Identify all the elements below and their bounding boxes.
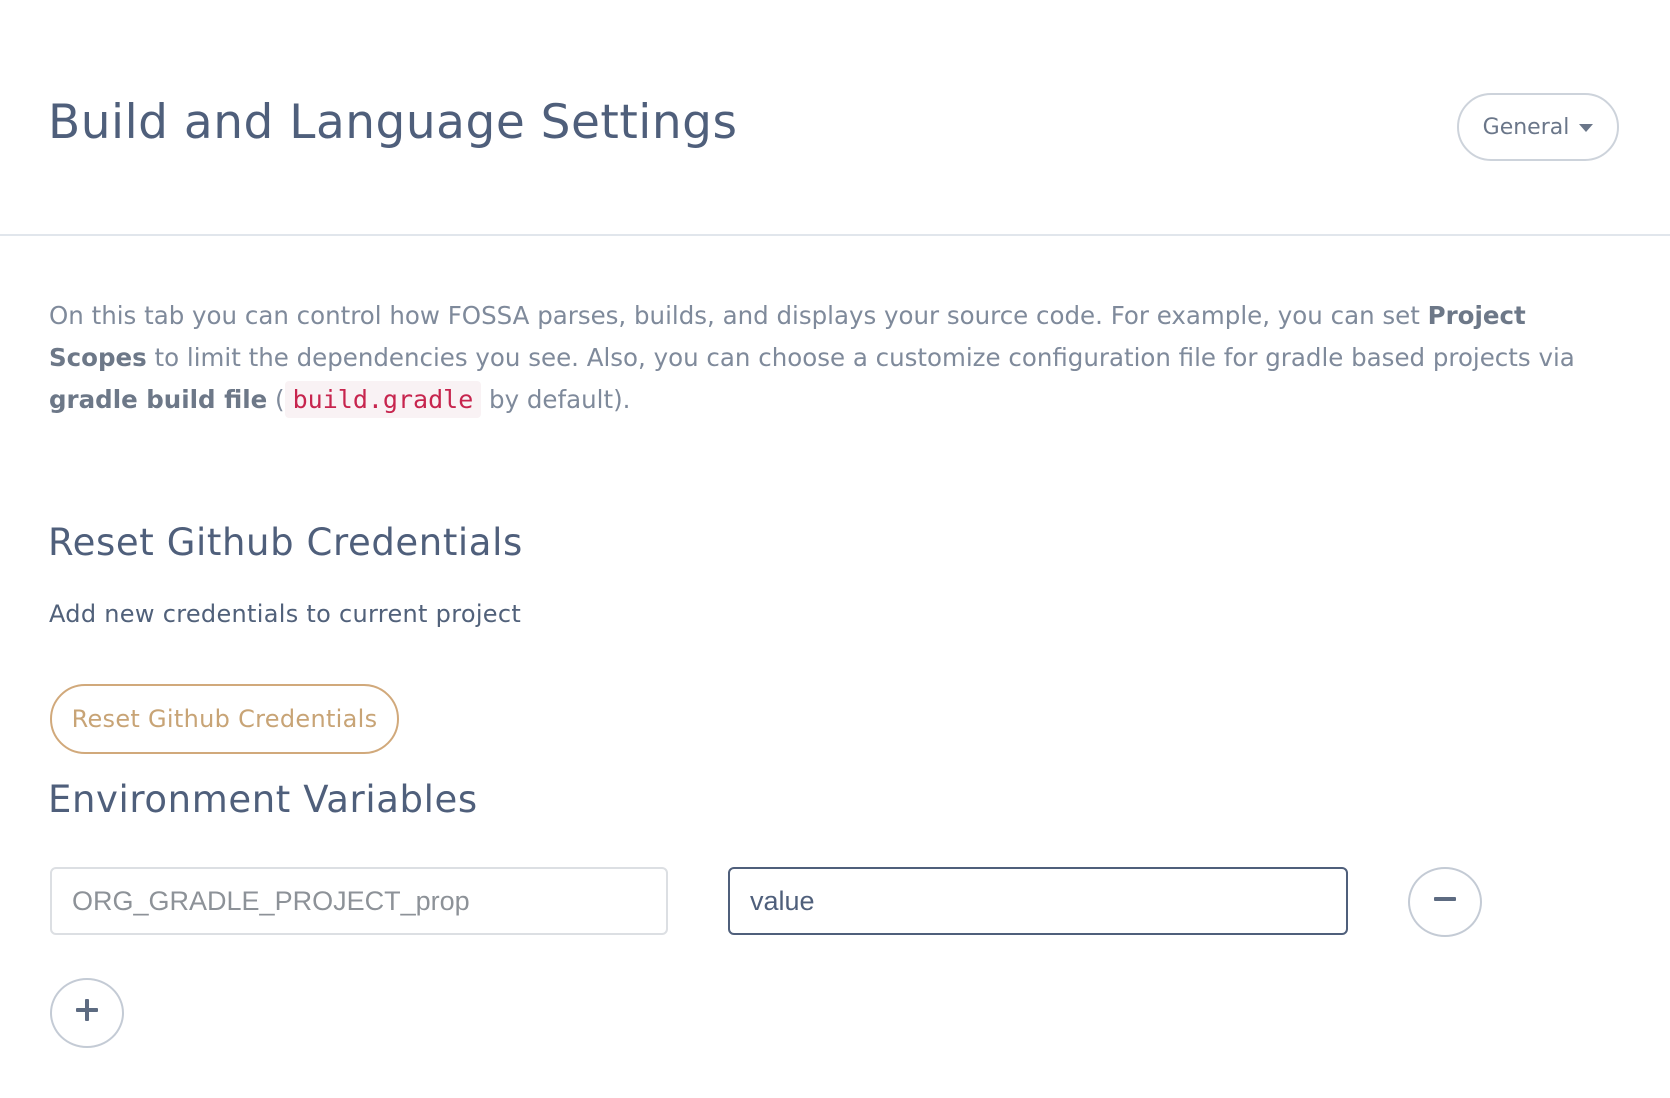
intro-text-2: to limit the dependencies you see. Also,… <box>146 343 1575 372</box>
caret-down-icon <box>1579 124 1594 132</box>
plus-icon <box>76 999 98 1021</box>
remove-env-var-button[interactable] <box>1408 867 1482 937</box>
reset-credentials-heading: Reset Github Credentials <box>48 521 523 564</box>
intro-text-3: ( <box>267 385 285 414</box>
env-var-value-input[interactable] <box>728 867 1348 935</box>
gradle-build-file-term: gradle build file <box>49 385 268 414</box>
env-var-key-input[interactable] <box>50 867 668 935</box>
intro-text-4: by default). <box>481 385 631 414</box>
build-gradle-code: build.gradle <box>284 381 482 418</box>
intro-paragraph: On this tab you can control how FOSSA pa… <box>49 295 1619 421</box>
page-header: Build and Language Settings General <box>0 0 1670 236</box>
intro-text-1: On this tab you can control how FOSSA pa… <box>49 301 1428 330</box>
minus-icon <box>1434 897 1456 901</box>
add-env-var-button[interactable] <box>50 978 124 1048</box>
settings-scope-dropdown[interactable]: General <box>1457 93 1619 161</box>
environment-variables-heading: Environment Variables <box>48 778 478 821</box>
reset-github-credentials-button[interactable]: Reset Github Credentials <box>50 684 399 754</box>
page-title: Build and Language Settings <box>48 95 738 150</box>
dropdown-selected-label: General <box>1482 114 1570 140</box>
reset-credentials-description: Add new credentials to current project <box>49 600 522 628</box>
